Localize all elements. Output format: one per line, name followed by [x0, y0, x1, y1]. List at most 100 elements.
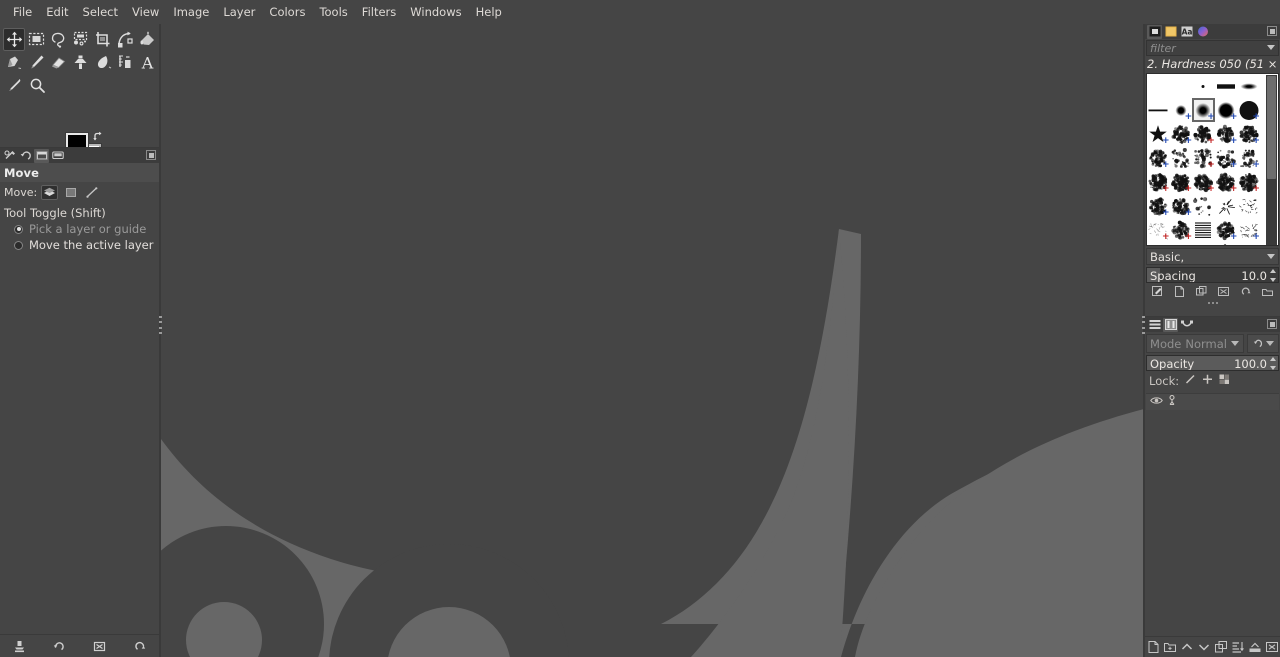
brush-cell[interactable]: [1147, 242, 1170, 245]
image-canvas[interactable]: [161, 24, 1144, 657]
spacing-slider[interactable]: Spacing 10.0: [1146, 267, 1279, 283]
brush-cell[interactable]: +: [1192, 170, 1215, 194]
brush-cell[interactable]: +: [1170, 98, 1192, 122]
move-selection-icon[interactable]: [62, 185, 79, 200]
tab-layers[interactable]: [1147, 318, 1162, 332]
brush-cell[interactable]: [1215, 194, 1238, 218]
tool-free-select[interactable]: [48, 28, 70, 51]
opacity-stepper[interactable]: [1269, 357, 1277, 370]
brush-cell[interactable]: [1170, 146, 1193, 170]
tab-patterns[interactable]: [1163, 25, 1178, 39]
brush-cell[interactable]: [1192, 218, 1215, 242]
tab-tool-options[interactable]: [2, 149, 17, 163]
brush-cell[interactable]: +: [1192, 146, 1215, 170]
layer-mode-combo[interactable]: Mode Normal: [1146, 334, 1244, 353]
tool-ink[interactable]: [3, 51, 25, 74]
brush-cell[interactable]: +: [1215, 218, 1237, 242]
brush-grid[interactable]: +++++++++++++++++++++++++++: [1146, 73, 1279, 246]
raise-layer-icon[interactable]: [1180, 639, 1195, 655]
brush-cell[interactable]: +: [1147, 194, 1170, 218]
brush-cell[interactable]: +: [1237, 98, 1260, 122]
brush-cell[interactable]: [1192, 194, 1215, 218]
chevron-down-icon[interactable]: [1267, 45, 1275, 50]
menu-layer[interactable]: Layer: [216, 2, 262, 22]
tool-measure[interactable]: [114, 51, 136, 74]
menu-help[interactable]: Help: [469, 2, 509, 22]
left-splitter[interactable]: [158, 24, 162, 657]
brush-cell[interactable]: +: [1147, 146, 1170, 170]
tool-crop[interactable]: [92, 28, 114, 51]
restore-tool-preset-button[interactable]: [49, 637, 71, 655]
tool-fuzzy-select[interactable]: [70, 28, 92, 51]
brush-cell[interactable]: +: [1147, 122, 1170, 146]
tool-bucket-fill[interactable]: [137, 28, 159, 51]
brush-cell[interactable]: [1192, 74, 1215, 98]
menu-colors[interactable]: Colors: [262, 2, 312, 22]
radio-move-active-layer[interactable]: Move the active layer: [0, 237, 159, 253]
menu-tools[interactable]: Tools: [312, 2, 354, 22]
brush-cell[interactable]: +: [1192, 98, 1215, 122]
tool-clone[interactable]: [70, 51, 92, 74]
chevron-down-icon[interactable]: [1267, 254, 1275, 259]
brush-cell[interactable]: [1237, 242, 1260, 245]
brush-cell[interactable]: +: [1147, 218, 1170, 242]
tab-channels[interactable]: [1163, 317, 1178, 332]
brush-cell[interactable]: +: [1147, 170, 1170, 194]
anchor-layer-icon[interactable]: [1247, 639, 1262, 655]
lock-position-icon[interactable]: [1202, 374, 1213, 388]
tab-images[interactable]: [34, 148, 49, 163]
tool-paintbrush[interactable]: [25, 51, 47, 74]
brush-tag-combo[interactable]: Basic,: [1146, 248, 1279, 265]
scrollbar-thumb[interactable]: [1267, 76, 1276, 179]
tool-move[interactable]: [3, 28, 26, 51]
tool-options-menu-button[interactable]: [146, 150, 156, 160]
brush-cell[interactable]: [1147, 98, 1170, 122]
edit-brush-icon[interactable]: [1149, 285, 1165, 299]
opacity-slider[interactable]: Opacity 100.0: [1146, 355, 1279, 371]
brush-cell[interactable]: +: [1192, 242, 1215, 245]
delete-brush-icon[interactable]: [1216, 285, 1232, 299]
brush-cell[interactable]: +: [1170, 122, 1192, 146]
tool-color-picker[interactable]: [3, 74, 26, 97]
menu-file[interactable]: File: [6, 2, 39, 22]
brush-cell[interactable]: +: [1215, 98, 1237, 122]
lock-pixels-icon[interactable]: [1185, 374, 1196, 388]
brush-filter-input[interactable]: filter: [1146, 40, 1279, 56]
menu-filters[interactable]: Filters: [355, 2, 403, 22]
tab-undo-history[interactable]: [18, 149, 33, 163]
brush-cell[interactable]: +: [1237, 170, 1260, 194]
refresh-brushes-icon[interactable]: [1238, 285, 1254, 299]
link-icon[interactable]: [1167, 394, 1177, 409]
save-tool-preset-button[interactable]: [9, 637, 31, 655]
brushes-dock-resize-grip[interactable]: [1145, 299, 1280, 307]
layers-menu-button[interactable]: [1267, 319, 1277, 329]
move-path-icon[interactable]: [83, 185, 100, 200]
spacing-stepper[interactable]: [1269, 269, 1277, 282]
brush-cell[interactable]: [1237, 194, 1260, 218]
brush-cell[interactable]: +: [1170, 242, 1193, 245]
brush-cell[interactable]: [1215, 74, 1238, 98]
open-brush-folder-icon[interactable]: [1260, 285, 1276, 299]
new-brush-icon[interactable]: [1171, 285, 1187, 299]
chevron-down-icon[interactable]: [1265, 341, 1274, 346]
tool-unified-transform[interactable]: [114, 28, 136, 51]
brush-cell[interactable]: +: [1170, 194, 1192, 218]
lock-alpha-icon[interactable]: [1219, 374, 1230, 388]
swap-colors-icon[interactable]: [92, 131, 104, 143]
radio-pick-layer-or-guide[interactable]: Pick a layer or guide: [0, 221, 159, 237]
tab-paths[interactable]: [1179, 318, 1194, 332]
brush-cell[interactable]: +: [1237, 122, 1260, 146]
brush-cell[interactable]: +: [1215, 146, 1237, 170]
duplicate-brush-icon[interactable]: [1193, 285, 1209, 299]
move-layer-icon[interactable]: [41, 185, 59, 200]
tool-rectangle-select[interactable]: [25, 28, 47, 51]
brush-cell[interactable]: +: [1170, 170, 1192, 194]
brushes-menu-button[interactable]: [1267, 26, 1277, 36]
menu-image[interactable]: Image: [166, 2, 216, 22]
delete-tool-preset-button[interactable]: [88, 637, 110, 655]
brush-cell[interactable]: +: [1192, 122, 1215, 146]
chevron-down-icon[interactable]: [1230, 341, 1239, 346]
new-layer-icon[interactable]: [1146, 639, 1161, 655]
layer-list[interactable]: [1146, 393, 1279, 636]
brush-cell[interactable]: [1170, 74, 1193, 98]
